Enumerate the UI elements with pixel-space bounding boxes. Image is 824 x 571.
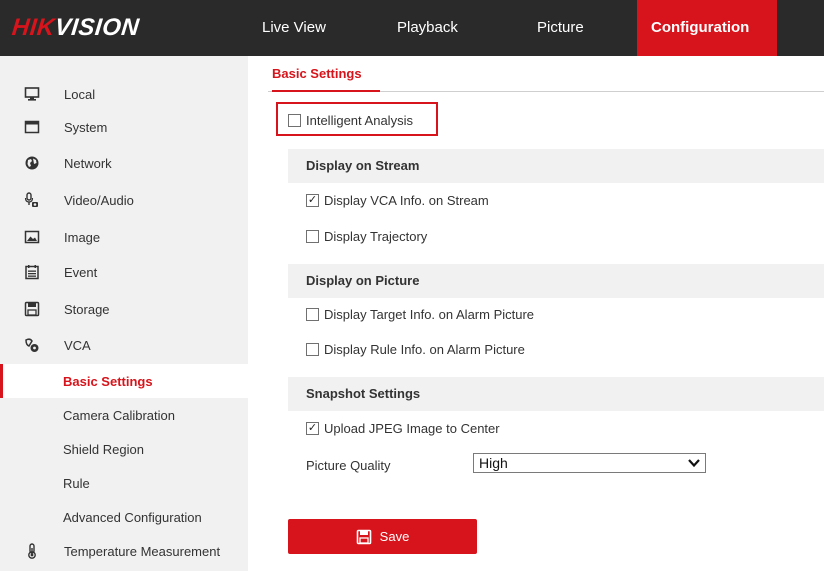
- upload-jpeg-row: ✓ Upload JPEG Image to Center: [306, 421, 500, 436]
- vca-icon: [24, 337, 40, 353]
- main-content: Basic Settings Intelligent Analysis Disp…: [248, 56, 824, 571]
- intelligent-analysis-label: Intelligent Analysis: [306, 113, 413, 128]
- logo-text-part1: HIK: [10, 14, 57, 41]
- nav-live-view[interactable]: Live View: [247, 0, 377, 56]
- section-display-on-stream: Display on Stream: [288, 149, 824, 183]
- picture-quality-label: Picture Quality: [306, 458, 391, 473]
- sidebar-item-system[interactable]: System: [0, 109, 248, 145]
- sidebar-subitem-camera-calibration[interactable]: Camera Calibration: [0, 398, 248, 432]
- sidebar-item-temperature-measurement[interactable]: Temperature Measurement: [0, 533, 248, 569]
- sidebar-item-label: Network: [64, 155, 112, 171]
- sidebar-item-event[interactable]: Event: [0, 254, 248, 290]
- sidebar-item-label: System: [64, 119, 108, 135]
- thermometer-icon: [24, 543, 40, 559]
- picture-quality-value: High: [479, 455, 508, 471]
- display-rule-info-checkbox[interactable]: [306, 343, 319, 356]
- display-target-info-checkbox[interactable]: [306, 308, 319, 321]
- chevron-down-icon: [687, 455, 701, 471]
- tab-bar: Basic Settings: [268, 56, 824, 92]
- logo-text-part2: VISION: [53, 14, 141, 41]
- intelligent-analysis-row: Intelligent Analysis: [288, 113, 413, 128]
- sidebar-item-label: Storage: [64, 301, 110, 317]
- display-target-info-row: Display Target Info. on Alarm Picture: [306, 307, 534, 322]
- sidebar-item-local[interactable]: Local: [0, 76, 248, 112]
- sidebar-item-image[interactable]: Image: [0, 219, 248, 255]
- sidebar-item-video-audio[interactable]: Video/Audio: [0, 182, 248, 218]
- display-trajectory-label: Display Trajectory: [324, 229, 428, 244]
- display-vca-info-label: Display VCA Info. on Stream: [324, 193, 489, 208]
- monitor-icon: [24, 86, 40, 102]
- save-button-label: Save: [379, 529, 410, 544]
- display-target-info-label: Display Target Info. on Alarm Picture: [324, 307, 535, 322]
- section-snapshot-settings: Snapshot Settings: [288, 377, 824, 411]
- display-vca-info-checkbox[interactable]: ✓: [306, 194, 319, 207]
- microphone-camera-icon: [24, 192, 40, 208]
- nav-configuration[interactable]: Configuration: [637, 0, 777, 56]
- nav-playback[interactable]: Playback: [377, 0, 517, 56]
- sidebar-subitem-rule[interactable]: Rule: [0, 466, 248, 500]
- sidebar: Local System Network Video/Audio Image E…: [0, 56, 248, 571]
- calendar-icon: [24, 264, 40, 280]
- sidebar-item-label: VCA: [64, 337, 91, 353]
- display-rule-info-row: Display Rule Info. on Alarm Picture: [306, 342, 525, 357]
- display-trajectory-row: Display Trajectory: [306, 229, 427, 244]
- sidebar-item-label: Temperature Measurement: [64, 543, 221, 559]
- nav-picture[interactable]: Picture: [517, 0, 637, 56]
- sidebar-item-storage[interactable]: Storage: [0, 291, 248, 327]
- display-vca-info-row: ✓ Display VCA Info. on Stream: [306, 193, 489, 208]
- intelligent-analysis-checkbox[interactable]: [288, 114, 301, 127]
- sidebar-item-vca[interactable]: VCA: [0, 327, 248, 363]
- tab-basic-settings[interactable]: Basic Settings: [272, 66, 380, 92]
- sidebar-subitem-shield-region[interactable]: Shield Region: [0, 432, 248, 466]
- top-navigation-bar: HIKVISION Live View Playback Picture Con…: [0, 0, 824, 56]
- display-rule-info-label: Display Rule Info. on Alarm Picture: [324, 342, 525, 357]
- sidebar-item-label: Local: [64, 86, 96, 102]
- floppy-disk-icon: [24, 301, 40, 317]
- sidebar-item-label: Image: [64, 229, 101, 245]
- sidebar-subitem-basic-settings[interactable]: Basic Settings: [0, 364, 248, 398]
- sidebar-item-label: Event: [64, 264, 98, 280]
- image-icon: [24, 229, 40, 245]
- window-icon: [24, 119, 40, 135]
- save-button[interactable]: Save: [288, 519, 477, 554]
- upload-jpeg-checkbox[interactable]: ✓: [306, 422, 319, 435]
- floppy-disk-icon: [356, 529, 372, 545]
- hikvision-logo: HIKVISION: [11, 14, 141, 42]
- display-trajectory-checkbox[interactable]: [306, 230, 319, 243]
- section-display-on-picture: Display on Picture: [288, 264, 824, 298]
- picture-quality-select[interactable]: High: [473, 453, 706, 473]
- sidebar-item-label: Video/Audio: [64, 192, 134, 208]
- sidebar-item-network[interactable]: Network: [0, 145, 248, 181]
- sidebar-subitem-advanced-configuration[interactable]: Advanced Configuration: [0, 500, 248, 534]
- main-nav: Live View Playback Picture Configuration: [247, 0, 777, 56]
- upload-jpeg-label: Upload JPEG Image to Center: [324, 421, 500, 436]
- globe-icon: [24, 155, 40, 171]
